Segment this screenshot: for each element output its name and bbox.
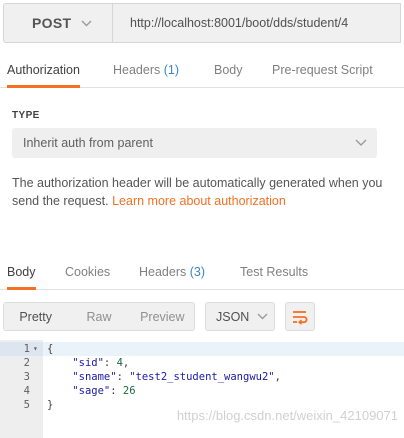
tab-label: Headers (113, 63, 161, 77)
method-select[interactable]: POST (3, 3, 113, 43)
auth-description: The authorization header will be automat… (12, 174, 394, 210)
line-number: 4 (23, 385, 30, 397)
tab-pre-request-script[interactable]: Pre-request Script (272, 52, 373, 88)
watermark: https://blog.csdn.net/weixin_42109071 (176, 408, 398, 423)
auth-type-select[interactable]: Inherit auth from parent (12, 128, 377, 158)
json-key: "sid" (72, 357, 104, 369)
code-line: 3 "sname": "test2_student_wangwu2", (0, 370, 404, 384)
code-text: "sname": "test2_student_wangwu2", (72, 371, 281, 383)
response-tabs: Body Cookies Headers (3) Test Results (0, 254, 404, 290)
json-trail: , (274, 371, 281, 383)
view-mode-group: Pretty Raw Preview (3, 302, 195, 331)
line-number: 5 (23, 399, 30, 411)
chevron-down-icon (257, 313, 268, 320)
url-input[interactable]: http://localhost:8001/boot/dds/student/4 (113, 3, 401, 43)
code-line: 1 ▾ { (0, 342, 404, 356)
code-text: "sid": 4, (72, 357, 130, 369)
chevron-down-icon (81, 20, 92, 26)
tab-label: Pre-request Script (272, 63, 373, 77)
tab-cookies[interactable]: Cookies (65, 254, 110, 290)
wrap-lines-button[interactable] (285, 302, 315, 331)
auth-type-value: Inherit auth from parent (23, 136, 153, 150)
tab-response-body[interactable]: Body (7, 254, 36, 290)
tab-test-results[interactable]: Test Results (240, 254, 308, 290)
tab-label: Test Results (240, 265, 309, 279)
method-label: POST (32, 15, 72, 31)
line-number: 2 (23, 357, 30, 369)
chevron-down-icon (355, 139, 367, 146)
tab-label: Body (7, 265, 36, 279)
tab-count: (3) (189, 265, 206, 279)
request-bar: POST http://localhost:8001/boot/dds/stud… (3, 3, 401, 43)
tab-response-headers[interactable]: Headers (3) (139, 254, 205, 290)
json-value: 26 (122, 385, 136, 397)
code-text: { (47, 343, 54, 355)
code-line: 2 "sid": 4, (0, 356, 404, 370)
pretty-button[interactable]: Pretty (4, 303, 68, 330)
json-value: "test2_student_wangwu2" (129, 371, 275, 383)
auth-type-label: TYPE (12, 110, 40, 121)
raw-button[interactable]: Raw (67, 303, 130, 330)
tab-body[interactable]: Body (214, 52, 243, 88)
preview-button[interactable]: Preview (131, 303, 194, 330)
code-text: } (47, 399, 54, 411)
request-tabs: Authorization Headers (1) Body Pre-reque… (0, 52, 404, 88)
tab-label: Body (214, 63, 243, 77)
format-select[interactable]: JSON (205, 302, 275, 331)
tab-label: Headers (139, 265, 187, 279)
response-body-editor[interactable]: 1 ▾ { 2 "sid": 4, 3 "sname": "test2_stud… (0, 340, 404, 438)
tab-label: Cookies (65, 265, 111, 279)
tab-headers[interactable]: Headers (1) (113, 52, 179, 88)
json-key: "sname" (72, 371, 117, 383)
line-number: 3 (23, 371, 30, 383)
tab-label: Authorization (7, 63, 80, 77)
tab-count: (1) (163, 63, 180, 77)
code-text: "sage": 26 (72, 385, 136, 397)
wrap-icon (293, 310, 308, 325)
tab-authorization[interactable]: Authorization (7, 52, 80, 88)
code-line: 4 "sage": 26 (0, 384, 404, 398)
learn-more-link[interactable]: Learn more about authorization (112, 194, 286, 208)
fold-toggle-icon[interactable]: ▾ (33, 342, 38, 356)
json-trail: , (122, 357, 130, 369)
json-key: "sage" (72, 385, 111, 397)
format-label: JSON (216, 309, 250, 324)
